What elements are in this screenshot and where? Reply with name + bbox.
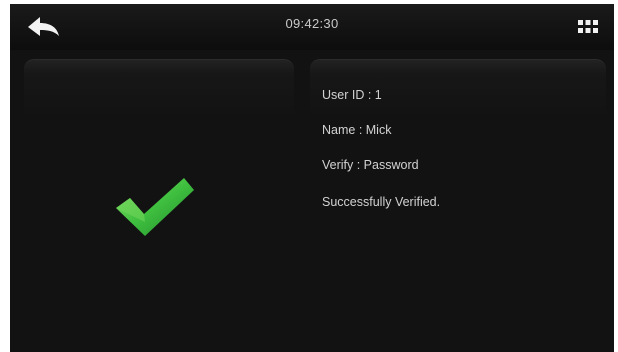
result-icon-panel [24, 59, 294, 352]
menu-button[interactable] [578, 20, 598, 34]
verification-screen: 09:42:30 User ID: 1 Name: Mick Verify … [10, 4, 614, 352]
clock-time: 09:42:30 [285, 16, 339, 31]
top-bar: 09:42:30 [10, 4, 614, 50]
name-label: Name : Mick [322, 123, 392, 137]
result-info-panel: User ID : 1 Name : Mick Verify : Passwor… [310, 59, 606, 352]
user-id-label: User ID : 1 [322, 88, 382, 102]
checkmark-icon [112, 170, 198, 242]
grid-menu-icon [578, 20, 598, 34]
verification-status: Successfully Verified. [322, 195, 441, 209]
verify-method-label: Verify : Password [322, 158, 419, 172]
